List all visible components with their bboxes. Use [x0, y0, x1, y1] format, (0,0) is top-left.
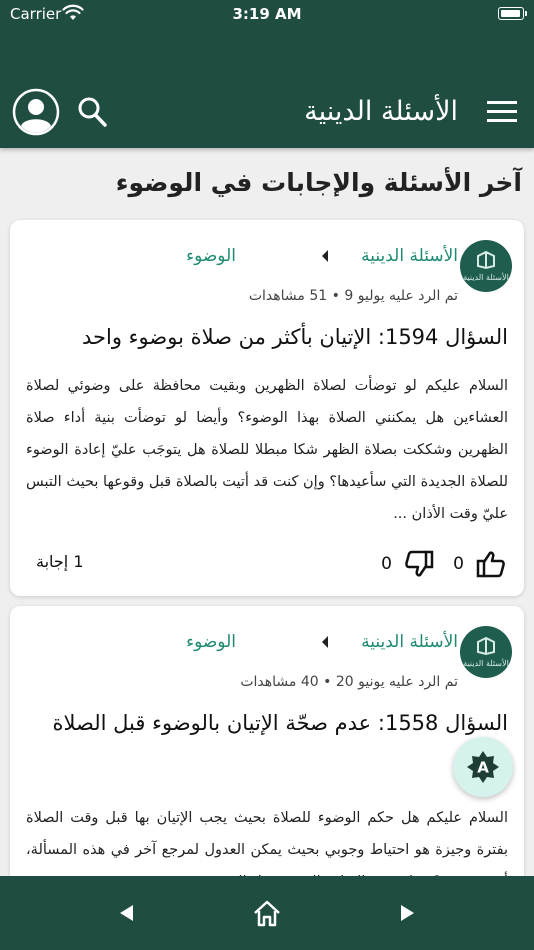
home-icon[interactable] [252, 898, 282, 928]
thumbs-down-icon[interactable] [404, 550, 434, 578]
text-settings-icon: A [467, 751, 499, 783]
fab-label: A [477, 759, 489, 777]
section-title: آخر الأسئلة والإجابات في الوضوء [115, 168, 522, 197]
breadcrumb-arrow-icon [322, 250, 328, 262]
app-title: الأسئلة الدينية [304, 96, 458, 127]
question-card[interactable]: الأسئلة الدينية الأسئلة الدينية الوضوء ت… [10, 220, 524, 596]
question-title[interactable]: السؤال 1558: عدم صحّة الإتيان بالوضوء قب… [26, 706, 509, 775]
forward-arrow-icon[interactable] [392, 898, 422, 928]
likes-count: 0 [453, 554, 464, 574]
thumbs-up-icon[interactable] [476, 550, 506, 578]
app-logo: الأسئلة الدينية [460, 626, 512, 678]
category-link[interactable]: الأسئلة الدينية [361, 246, 458, 266]
logo-label: الأسئلة الدينية [463, 273, 509, 282]
back-arrow-icon[interactable] [112, 898, 142, 928]
subcategory-link[interactable]: الوضوء [186, 246, 236, 266]
book-icon [477, 636, 495, 656]
question-title[interactable]: السؤال 1594: الإتيان بأكثر من صلاة بوضوء… [26, 320, 508, 355]
profile-icon[interactable] [12, 88, 60, 136]
question-card[interactable]: الأسئلة الدينية الأسئلة الدينية الوضوء ت… [10, 606, 524, 906]
dislikes-count: 0 [381, 554, 392, 574]
breadcrumb-arrow-icon [322, 636, 328, 648]
app-logo: الأسئلة الدينية [460, 240, 512, 292]
status-time: 3:19 AM [232, 5, 302, 23]
book-icon [477, 250, 495, 270]
battery-icon [498, 7, 527, 20]
answers-count[interactable]: 1 إجابة [36, 552, 84, 571]
status-bar: Carrier 3:19 AM [0, 0, 534, 30]
font-settings-button[interactable]: A [453, 737, 513, 797]
hamburger-menu-icon[interactable] [486, 99, 518, 125]
bottom-nav-bar [0, 876, 534, 950]
category-link[interactable]: الأسئلة الدينية [361, 632, 458, 652]
reactions: 0 0 [366, 550, 506, 578]
app-header: Carrier 3:19 AM الأسئلة الدينية [0, 0, 534, 148]
question-meta: تم الرد عليه يونيو 20 • 40 مشاهدات [240, 674, 458, 690]
question-meta: تم الرد عليه يوليو 9 • 51 مشاهدات [248, 288, 458, 304]
search-icon[interactable] [76, 95, 108, 129]
subcategory-link[interactable]: الوضوء [186, 632, 236, 652]
logo-label: الأسئلة الدينية [463, 659, 509, 668]
question-body: السلام عليكم لو توضأت لصلاة الظهرين وبقي… [26, 378, 508, 522]
